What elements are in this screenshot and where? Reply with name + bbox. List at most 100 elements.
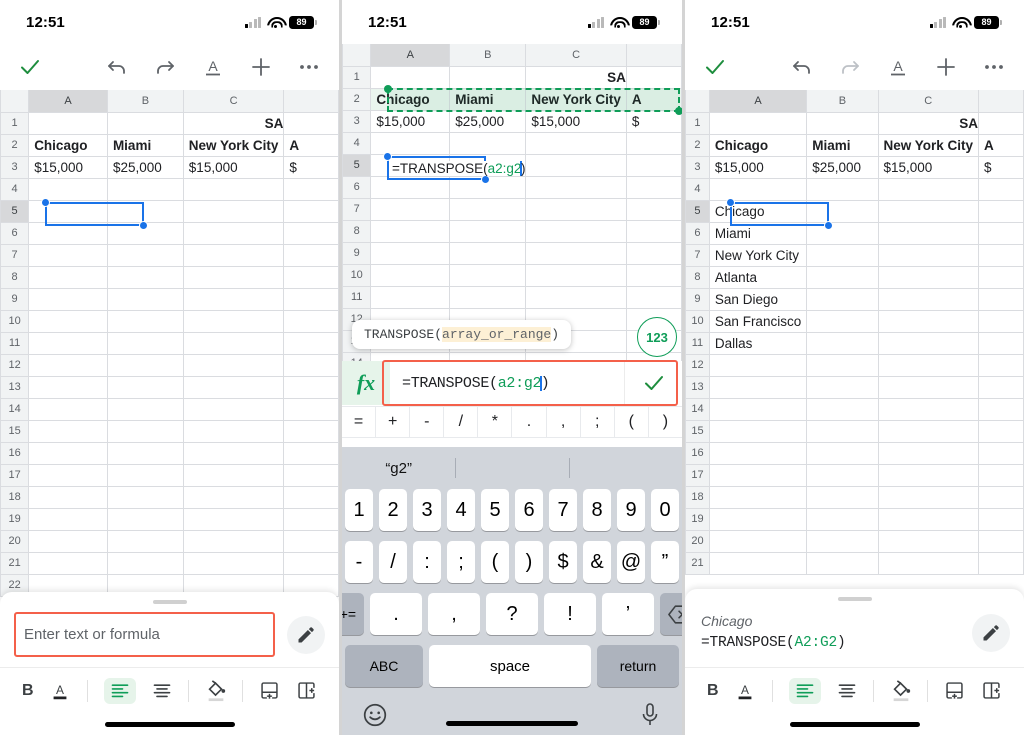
column-header-c[interactable]: C xyxy=(526,44,627,66)
cell-b8[interactable] xyxy=(107,266,183,288)
cell-a7[interactable] xyxy=(29,244,108,266)
cell-a8[interactable] xyxy=(29,266,108,288)
row-header[interactable]: 4 xyxy=(343,132,371,154)
cell-c10[interactable] xyxy=(526,264,627,286)
cell-d10[interactable] xyxy=(979,310,1024,332)
row-header[interactable]: 4 xyxy=(686,178,710,200)
cell-b20[interactable] xyxy=(107,530,183,552)
cell-c20[interactable] xyxy=(183,530,284,552)
align-center-button[interactable] xyxy=(152,681,172,701)
cell-d4[interactable] xyxy=(284,178,339,200)
cell-c11[interactable] xyxy=(183,332,284,354)
cell-d19[interactable] xyxy=(979,508,1024,530)
cell-c14[interactable] xyxy=(878,398,979,420)
cell-b6[interactable] xyxy=(450,176,526,198)
cell-a17[interactable] xyxy=(29,464,108,486)
bold-button[interactable]: B xyxy=(707,682,719,700)
row-header[interactable]: 14 xyxy=(686,398,710,420)
cell-d21[interactable] xyxy=(284,552,339,574)
key-abc-toggle[interactable]: ABC xyxy=(345,645,423,687)
row-header[interactable]: 1 xyxy=(343,66,371,88)
cell-d12[interactable] xyxy=(284,354,339,376)
cell-c3[interactable]: $15,000 xyxy=(526,110,627,132)
cell-a10[interactable] xyxy=(371,264,450,286)
cell-a11[interactable]: Dallas xyxy=(709,332,806,354)
cell-b10[interactable] xyxy=(107,310,183,332)
cell-b14[interactable] xyxy=(107,398,183,420)
cell-b2[interactable]: Miami xyxy=(807,134,878,156)
cell-a20[interactable] xyxy=(709,530,806,552)
row-header[interactable]: 6 xyxy=(686,222,710,244)
row-header[interactable]: 19 xyxy=(1,508,29,530)
cell-a8[interactable] xyxy=(371,220,450,242)
row-header[interactable]: 8 xyxy=(343,220,371,242)
cell-d8[interactable] xyxy=(284,266,339,288)
cell-d11[interactable] xyxy=(284,332,339,354)
key-period[interactable]: . xyxy=(370,593,422,635)
row-header[interactable]: 13 xyxy=(686,376,710,398)
key-at[interactable]: @ xyxy=(617,541,645,583)
cell-c5[interactable] xyxy=(526,154,627,176)
key-close-paren[interactable]: ) xyxy=(515,541,543,583)
key-comma[interactable]: , xyxy=(428,593,480,635)
cell-a4[interactable] xyxy=(371,132,450,154)
cell-c17[interactable] xyxy=(183,464,284,486)
cell-a11[interactable] xyxy=(29,332,108,354)
row-header[interactable]: 4 xyxy=(1,178,29,200)
formula-display[interactable]: Chicago =TRANSPOSE(A2:G2) xyxy=(699,609,960,657)
cell-b11[interactable] xyxy=(107,332,183,354)
cell-b10[interactable] xyxy=(450,264,526,286)
cell-b9[interactable] xyxy=(107,288,183,310)
cell-c2[interactable]: New York City xyxy=(878,134,979,156)
cell-b14[interactable] xyxy=(807,398,878,420)
cell-a13[interactable] xyxy=(29,376,108,398)
cell-b3[interactable]: $25,000 xyxy=(807,156,878,178)
cell-c3[interactable]: $15,000 xyxy=(878,156,979,178)
cell-c21[interactable] xyxy=(183,552,284,574)
row-header[interactable]: 17 xyxy=(1,464,29,486)
cell-d20[interactable] xyxy=(979,530,1024,552)
cell-c1[interactable]: SA xyxy=(878,112,979,134)
row-header[interactable]: 11 xyxy=(686,332,710,354)
cell-a1[interactable] xyxy=(371,66,450,88)
cell-b9[interactable] xyxy=(450,242,526,264)
cell-b4[interactable] xyxy=(807,178,878,200)
cell-d19[interactable] xyxy=(284,508,339,530)
cell-b21[interactable] xyxy=(807,552,878,574)
row-header[interactable]: 19 xyxy=(686,508,710,530)
row-header[interactable]: 11 xyxy=(343,286,371,308)
cell-b12[interactable] xyxy=(807,354,878,376)
cell-c5[interactable] xyxy=(878,200,979,222)
cell-c4[interactable] xyxy=(183,178,284,200)
cell-a18[interactable] xyxy=(29,486,108,508)
key-colon[interactable]: : xyxy=(413,541,441,583)
key-0[interactable]: 0 xyxy=(651,489,679,531)
cell-a7[interactable] xyxy=(371,198,450,220)
cell-d5[interactable] xyxy=(626,154,681,176)
row-header[interactable]: 13 xyxy=(1,376,29,398)
row-header-selected[interactable]: 5 xyxy=(343,154,371,176)
column-header-d[interactable] xyxy=(626,44,681,66)
numeric-keypad-badge[interactable]: 123 xyxy=(637,317,677,357)
cell-a9[interactable] xyxy=(29,288,108,310)
column-header-d[interactable] xyxy=(979,90,1024,112)
cell-b18[interactable] xyxy=(807,486,878,508)
key-ampersand[interactable]: & xyxy=(583,541,611,583)
cell-c20[interactable] xyxy=(878,530,979,552)
cell-a3[interactable]: $15,000 xyxy=(29,156,108,178)
cell-c16[interactable] xyxy=(183,442,284,464)
cell-d8[interactable] xyxy=(626,220,681,242)
row-header[interactable]: 2 xyxy=(343,88,371,110)
more-options-icon[interactable] xyxy=(297,55,321,79)
text-color-button[interactable]: A xyxy=(49,680,71,702)
cell-d18[interactable] xyxy=(979,486,1024,508)
cell-d3[interactable]: $ xyxy=(626,110,681,132)
key-9[interactable]: 9 xyxy=(617,489,645,531)
cell-a10[interactable] xyxy=(29,310,108,332)
cell-d2[interactable]: A xyxy=(979,134,1024,156)
cell-c15[interactable] xyxy=(878,420,979,442)
cell-c19[interactable] xyxy=(183,508,284,530)
cell-c8[interactable] xyxy=(526,220,627,242)
cell-b1[interactable] xyxy=(107,112,183,134)
cell-d12[interactable] xyxy=(979,354,1024,376)
